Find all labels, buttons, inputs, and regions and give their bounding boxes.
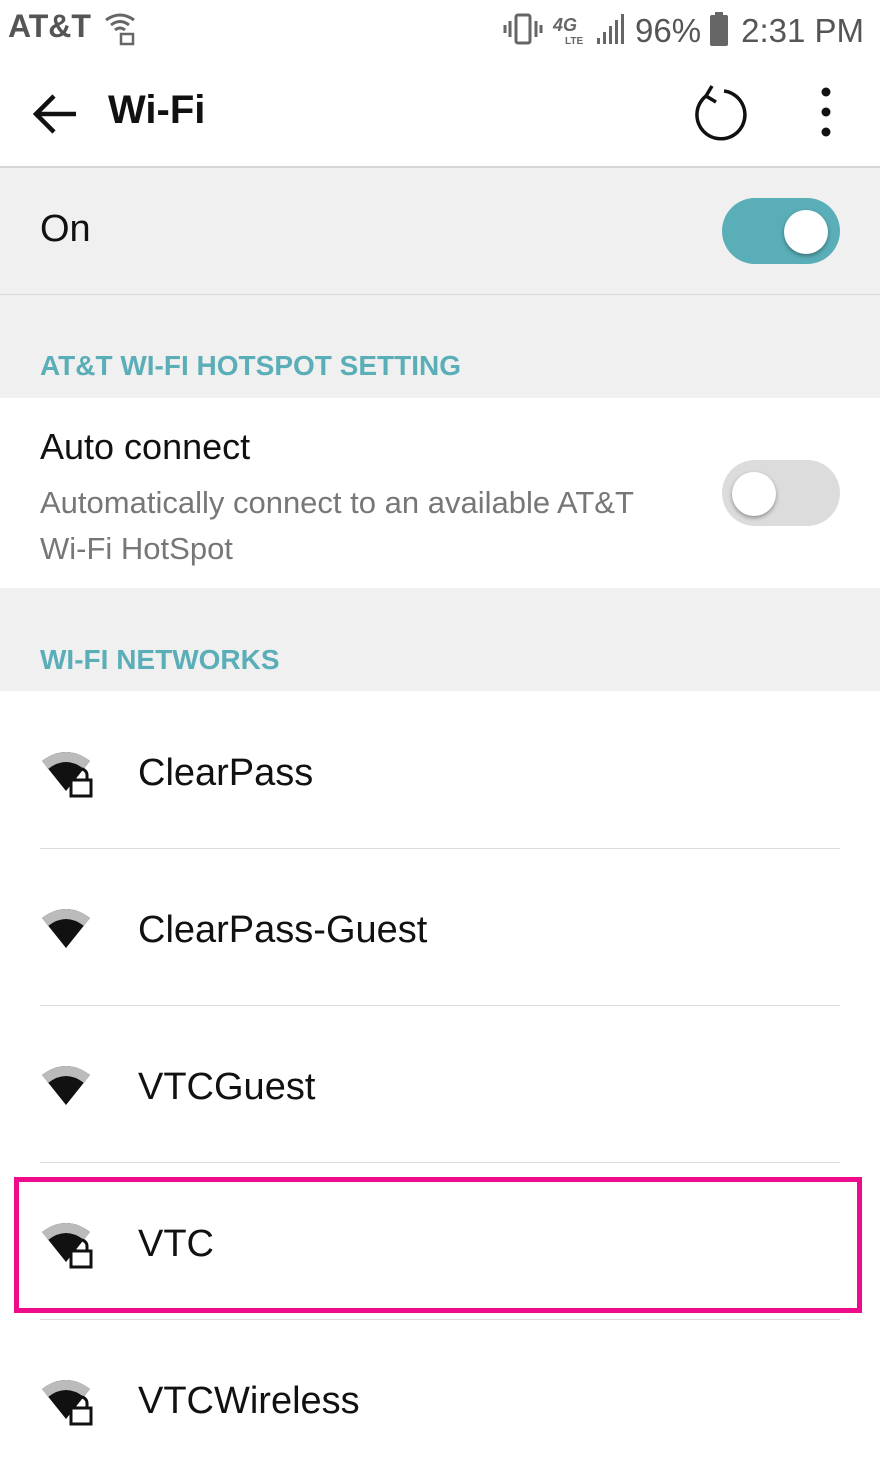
lte-icon: 4G LTE bbox=[551, 11, 587, 52]
wifi-master-toggle-row[interactable]: On bbox=[0, 168, 880, 295]
battery-icon bbox=[709, 11, 729, 52]
auto-connect-title: Auto connect bbox=[40, 426, 251, 467]
section-header-hotspot: AT&T WI-FI HOTSPOT SETTING bbox=[0, 295, 880, 398]
clock: 2:31 PM bbox=[741, 12, 864, 49]
status-icons: 4G LTE 96% 2:31 PM bbox=[503, 8, 864, 54]
network-list: ClearPass ClearPass-Guest VTCGuest VTC V… bbox=[0, 692, 880, 1477]
switch-knob bbox=[784, 210, 828, 254]
svg-text:LTE: LTE bbox=[565, 36, 583, 47]
section-header-label: AT&T WI-FI HOTSPOT SETTING bbox=[40, 350, 461, 381]
auto-connect-row[interactable]: Auto connect Automatically connect to an… bbox=[0, 398, 880, 588]
refresh-icon bbox=[695, 85, 747, 141]
auto-connect-switch[interactable] bbox=[722, 460, 840, 526]
wifi-secured-icon bbox=[40, 1218, 100, 1270]
network-item[interactable]: VTCWireless bbox=[0, 1320, 880, 1477]
section-header-label: WI-FI NETWORKS bbox=[40, 644, 280, 675]
network-name: ClearPass-Guest bbox=[138, 909, 428, 951]
wifi-calling-icon bbox=[104, 10, 136, 46]
network-name: VTCWireless bbox=[138, 1380, 360, 1422]
wifi-secured-icon bbox=[40, 1375, 100, 1427]
battery-percent: 96% bbox=[635, 12, 702, 49]
carrier-label: AT&T bbox=[8, 8, 91, 44]
auto-connect-description: Automatically connect to an available AT… bbox=[40, 485, 634, 566]
wifi-secured-icon bbox=[40, 747, 100, 799]
refresh-button[interactable] bbox=[686, 82, 750, 146]
network-item[interactable]: ClearPass-Guest bbox=[0, 849, 880, 1006]
wifi-on-label: On bbox=[40, 208, 91, 250]
network-item[interactable]: VTCGuest bbox=[0, 1006, 880, 1163]
arrow-back-icon bbox=[32, 94, 76, 134]
signal-icon bbox=[595, 11, 627, 52]
status-bar: AT&T 4G LTE 96% 2:31 PM bbox=[0, 0, 880, 62]
wifi-switch[interactable] bbox=[722, 198, 840, 264]
more-options-button[interactable] bbox=[800, 82, 852, 146]
vibrate-icon bbox=[503, 11, 543, 52]
network-name: VTCGuest bbox=[138, 1066, 316, 1108]
section-header-networks: WI-FI NETWORKS bbox=[0, 588, 880, 691]
network-item[interactable]: ClearPass bbox=[0, 692, 880, 849]
wifi-icon bbox=[40, 1061, 100, 1113]
app-bar: Wi-Fi bbox=[0, 62, 880, 168]
switch-knob bbox=[732, 472, 776, 516]
network-item[interactable]: VTC bbox=[0, 1163, 880, 1320]
back-button[interactable] bbox=[28, 86, 84, 142]
network-name: ClearPass bbox=[138, 752, 314, 794]
more-vert-icon bbox=[821, 87, 831, 137]
wifi-icon bbox=[40, 904, 100, 956]
network-name: VTC bbox=[138, 1223, 214, 1265]
page-title: Wi-Fi bbox=[108, 88, 206, 132]
svg-text:4G: 4G bbox=[552, 15, 577, 35]
